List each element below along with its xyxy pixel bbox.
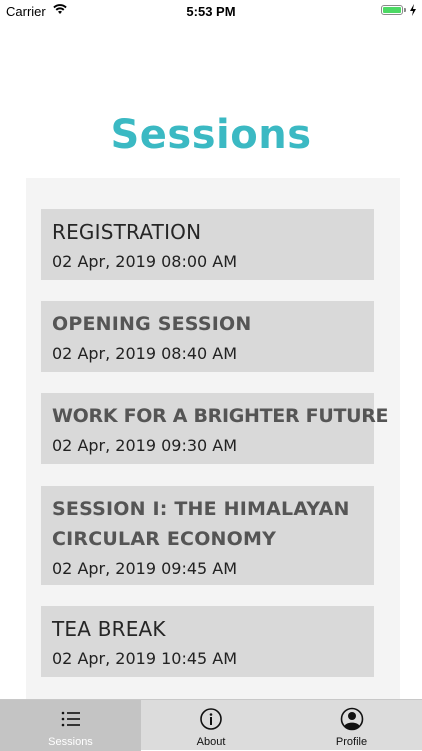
tab-label: Sessions [48,736,93,748]
session-title: WORK FOR A BRIGHTER FUTURE [52,405,389,427]
session-list[interactable]: REGISTRATION 02 Apr, 2019 08:00 AM OPENI… [26,178,400,700]
session-datetime: 02 Apr, 2019 08:00 AM [52,252,238,271]
page-title: Sessions [110,112,312,158]
session-title: TEA BREAK [52,617,166,641]
session-datetime: 02 Apr, 2019 09:30 AM [52,436,238,455]
session-item-registration[interactable]: REGISTRATION 02 Apr, 2019 08:00 AM [41,209,374,280]
info-icon [200,708,222,730]
tab-profile[interactable]: Profile [281,700,422,751]
session-item-work-for-a-brighter-future[interactable]: WORK FOR A BRIGHTER FUTURE 02 Apr, 2019 … [41,393,389,464]
session-datetime: 02 Apr, 2019 10:45 AM [52,649,238,668]
session-datetime: 02 Apr, 2019 08:40 AM [52,344,238,363]
list-icon [61,711,80,727]
battery-cap [404,8,406,12]
profile-icon [340,707,363,731]
tab-bar: Sessions About Profile [0,699,422,751]
session-title: SESSION I: THE HIMALAYAN CIRCULAR ECONOM… [52,498,350,550]
charging-bolt-icon [410,4,416,16]
session-item-tea-break[interactable]: TEA BREAK 02 Apr, 2019 10:45 AM [41,606,374,677]
session-item-session-i[interactable]: SESSION I: THE HIMALAYAN CIRCULAR ECONOM… [41,486,374,585]
session-item-opening-session[interactable]: OPENING SESSION 02 Apr, 2019 08:40 AM [41,301,374,372]
clock: 5:53 PM [186,4,236,19]
session-title: REGISTRATION [52,220,202,244]
tab-sessions[interactable]: Sessions [0,700,141,751]
status-bar: Carrier 5:53 PM [0,0,422,22]
battery-icon [381,5,403,15]
tab-label: Profile [335,736,368,748]
tab-label: About [196,736,226,748]
session-datetime: 02 Apr, 2019 09:45 AM [52,559,238,578]
tab-about[interactable]: About [141,700,281,751]
session-title: OPENING SESSION [52,313,252,335]
